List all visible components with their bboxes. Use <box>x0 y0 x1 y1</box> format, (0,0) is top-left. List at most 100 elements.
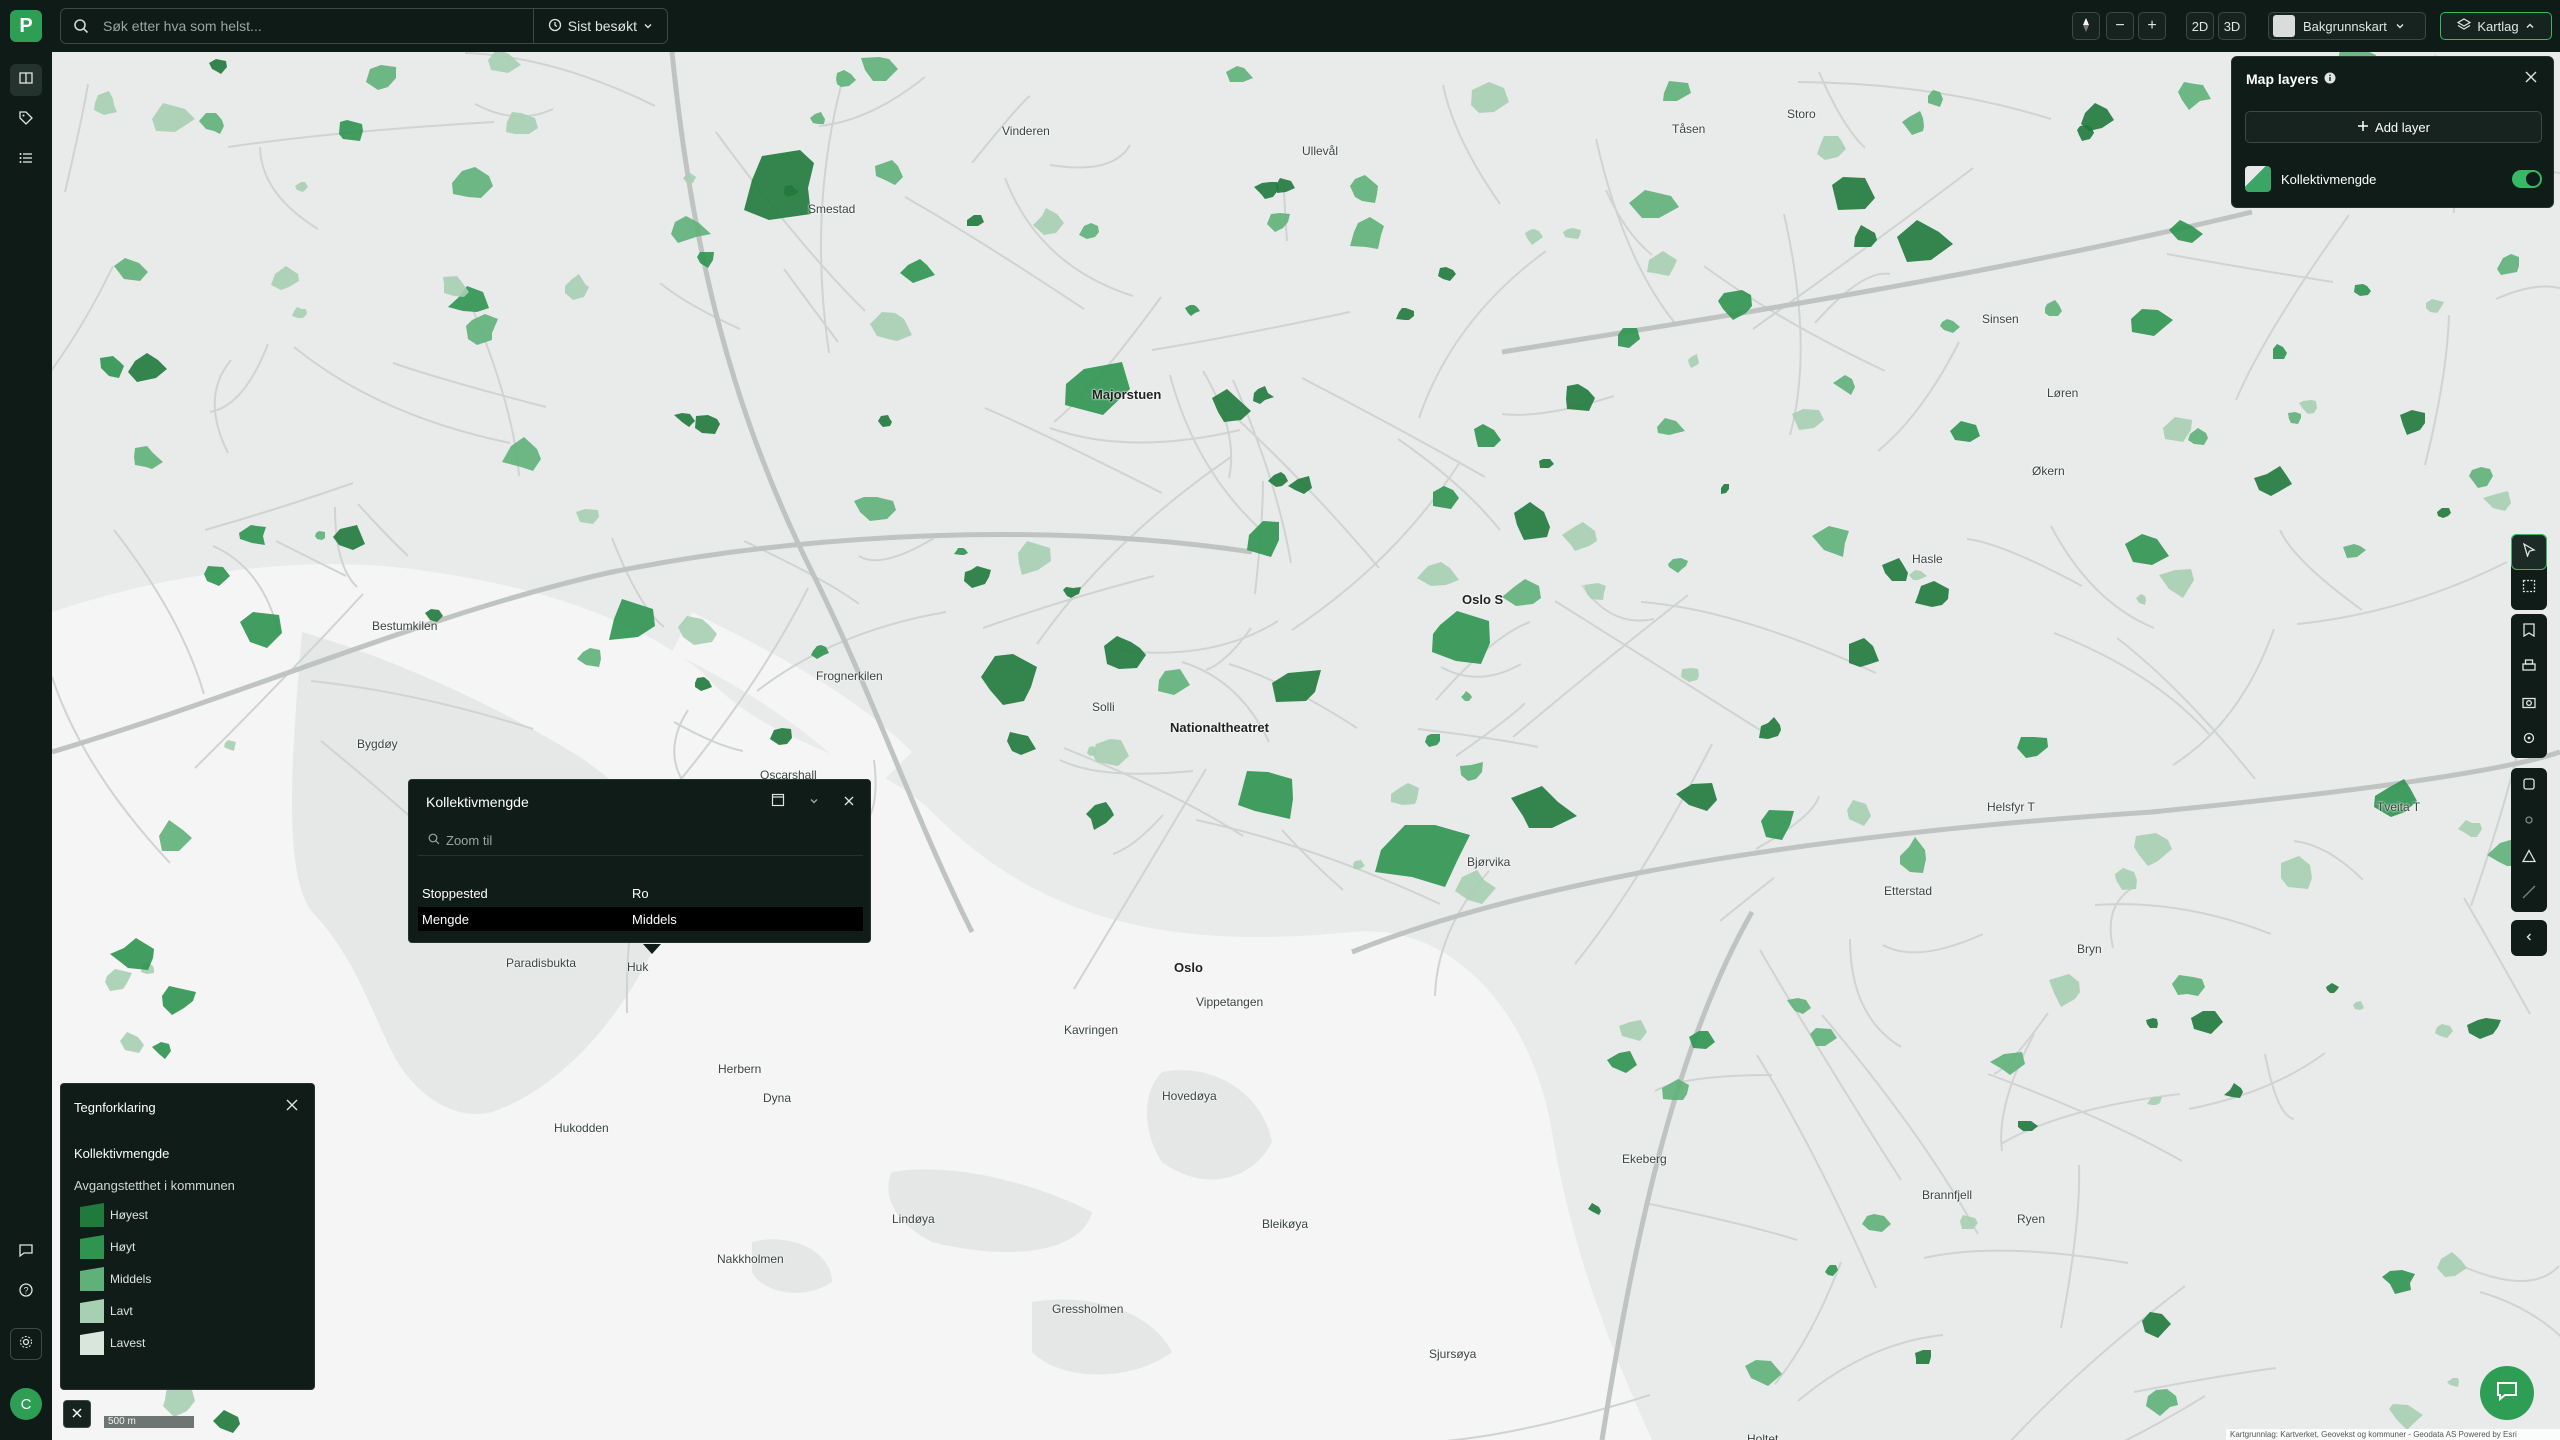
street <box>783 268 839 343</box>
map-place-label: Lindøya <box>892 1212 935 1226</box>
street <box>259 146 319 230</box>
transit-zone <box>1792 409 1824 430</box>
popup-collapse-button[interactable] <box>803 791 825 813</box>
box-select-button[interactable] <box>2511 570 2547 606</box>
bookmark-button[interactable] <box>2511 614 2547 650</box>
feedback-button[interactable] <box>10 1236 42 1268</box>
map-place-label: Holtet <box>1747 1432 1779 1440</box>
transit-zone <box>1902 111 1924 135</box>
chevron-down-icon <box>809 793 819 811</box>
close-layers-button[interactable] <box>2520 68 2542 90</box>
app-logo[interactable]: P <box>10 10 42 42</box>
layers-icon <box>2457 17 2472 35</box>
street <box>2461 1265 2560 1282</box>
transit-zone <box>1688 354 1699 368</box>
help-button[interactable]: ? <box>10 1276 42 1308</box>
locate-button[interactable] <box>2511 722 2547 758</box>
legend-item: Middels <box>80 1267 151 1291</box>
top-bar: P Sist besøkt − + 2D 3D Bakgrunnskart <box>0 0 2560 52</box>
zoom-to-button[interactable]: Zoom til <box>418 826 863 856</box>
chat-button[interactable] <box>2480 1366 2534 1420</box>
map-graphics <box>52 52 2560 1440</box>
street <box>204 482 354 531</box>
sun-button[interactable] <box>2511 804 2547 840</box>
layer-row-kollektivmengde[interactable]: Kollektivmengde <box>2245 163 2542 195</box>
map-place-label: Huk <box>627 960 649 974</box>
transit-zone <box>199 113 224 134</box>
measure-line-button[interactable] <box>2511 876 2547 912</box>
pointer-tool-button[interactable] <box>2511 534 2547 570</box>
compass-button[interactable] <box>2072 12 2100 40</box>
transit-zone <box>2017 737 2048 758</box>
transit-zone <box>1619 1020 1647 1041</box>
street <box>209 343 269 413</box>
mode-3d-button[interactable]: 3D <box>2218 12 2246 40</box>
transit-zone <box>1471 82 1509 113</box>
tags-button[interactable] <box>10 104 42 136</box>
sun-icon <box>2522 813 2536 832</box>
info-icon[interactable] <box>2324 71 2336 87</box>
transit-zone <box>1657 418 1685 435</box>
transit-zone <box>2178 82 2211 110</box>
transit-zone <box>452 167 493 198</box>
clock-icon <box>548 18 562 35</box>
zoom-out-button[interactable]: − <box>2106 12 2134 40</box>
transit-zone <box>1882 558 1908 581</box>
transit-zone <box>1759 717 1781 739</box>
transit-zone <box>2146 1018 2158 1028</box>
popup-dock-button[interactable] <box>767 791 789 813</box>
gear-icon <box>19 1335 33 1354</box>
user-avatar[interactable]: C <box>10 1388 42 1420</box>
search-input[interactable] <box>101 11 533 41</box>
street <box>1849 938 1902 1048</box>
street <box>2166 253 2334 283</box>
layers-tool-button[interactable] <box>2511 768 2547 804</box>
popup-close-button[interactable] <box>838 791 860 813</box>
close-legend-button[interactable] <box>281 1096 303 1118</box>
transit-zone <box>576 509 599 524</box>
layer-visibility-toggle[interactable] <box>2512 170 2542 188</box>
settings-button[interactable] <box>10 1328 42 1360</box>
street <box>1987 1073 2183 1162</box>
stack-icon <box>2522 777 2536 796</box>
popup-row-value: Ro <box>632 885 649 901</box>
transit-zone <box>1676 783 1717 811</box>
mode-2d-button[interactable]: 2D <box>2186 12 2214 40</box>
street <box>1291 461 1461 631</box>
recent-dropdown[interactable]: Sist besøkt <box>532 9 667 43</box>
transit-zone <box>2018 1121 2038 1131</box>
transit-zone <box>2437 1252 2467 1277</box>
transit-zone <box>2273 344 2287 359</box>
transit-zone <box>900 259 935 283</box>
transit-zone <box>209 59 227 74</box>
street <box>1640 601 1877 674</box>
collapse-button[interactable] <box>2511 920 2547 956</box>
transit-zone <box>1438 267 1456 281</box>
map-view-button[interactable] <box>10 64 42 96</box>
street <box>1512 594 1689 738</box>
layers-dropdown[interactable]: Kartlag <box>2440 12 2552 40</box>
list-button[interactable] <box>10 144 42 176</box>
street <box>659 282 741 330</box>
map-place-label: Bygdøy <box>357 737 398 751</box>
basemap-dropdown[interactable]: Bakgrunnskart <box>2268 12 2426 40</box>
clear-selection-button[interactable] <box>63 1400 91 1428</box>
layers-panel-title: Map layers <box>2246 71 2319 87</box>
map-canvas[interactable]: Smestad Majorstuen Oslo S Storo Hasle Nationa… <box>52 52 2560 1440</box>
street <box>52 265 114 372</box>
measure-area-button[interactable] <box>2511 840 2547 876</box>
street <box>1719 876 1776 922</box>
search-bar[interactable]: Sist besøkt <box>60 8 668 44</box>
add-layer-button[interactable]: Add layer <box>2245 111 2542 143</box>
zoom-in-button[interactable]: + <box>2138 12 2166 40</box>
legend-item-label: Middels <box>110 1272 152 1286</box>
transit-zone <box>2469 467 2493 488</box>
target-icon <box>2522 731 2536 750</box>
screenshot-button[interactable] <box>2511 686 2547 722</box>
street <box>1440 663 1522 678</box>
transit-zone <box>1086 802 1114 830</box>
street <box>984 407 1163 494</box>
street <box>2188 1052 2326 1110</box>
print-button[interactable] <box>2511 650 2547 686</box>
transit-zone <box>1862 1214 1891 1232</box>
